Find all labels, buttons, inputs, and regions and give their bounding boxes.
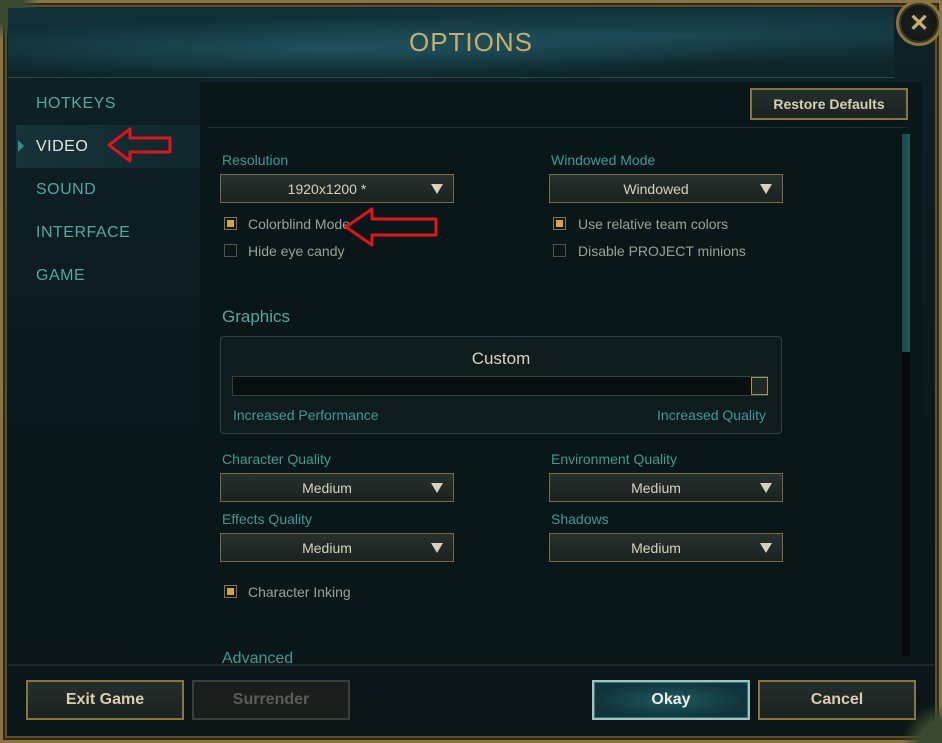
chevron-down-icon <box>760 483 772 493</box>
divider <box>208 127 908 128</box>
colorblind-mode-label[interactable]: Colorblind Mode <box>248 216 350 232</box>
restore-defaults-button[interactable]: Restore Defaults <box>750 88 908 120</box>
graphics-quality-slider[interactable] <box>232 376 768 396</box>
footer-divider <box>8 664 934 666</box>
hide-eye-candy-label[interactable]: Hide eye candy <box>248 243 345 259</box>
sidebar-item-label: VIDEO <box>36 138 89 155</box>
sidebar-item-interface[interactable]: INTERFACE <box>16 211 200 254</box>
sidebar-item-game[interactable]: GAME <box>16 254 200 297</box>
colorblind-mode-checkbox[interactable] <box>224 217 237 230</box>
window-title: OPTIONS <box>408 27 533 57</box>
character-inking-label[interactable]: Character Inking <box>248 584 351 600</box>
shadows-select[interactable]: Medium <box>549 533 783 562</box>
graphics-preset-label: Custom <box>471 349 531 368</box>
slider-left-caption: Increased Performance <box>233 407 379 423</box>
effects-quality-select[interactable]: Medium <box>220 533 454 562</box>
active-marker-icon <box>18 140 24 152</box>
chevron-down-icon <box>431 483 443 493</box>
sidebar-item-label: GAME <box>36 267 86 284</box>
slider-right-caption: Increased Quality <box>657 407 766 423</box>
sidebar-item-hotkeys[interactable]: HOTKEYS <box>16 82 200 125</box>
relative-team-colors-checkbox[interactable] <box>553 217 566 230</box>
shadows-label: Shadows <box>551 511 609 527</box>
sidebar-item-sound[interactable]: SOUND <box>16 168 200 211</box>
chevron-down-icon <box>760 543 772 553</box>
resolution-value: 1920x1200 * <box>287 180 367 197</box>
surrender-button: Surrender <box>192 680 350 720</box>
red-arrow-icon <box>107 127 172 163</box>
character-quality-select[interactable]: Medium <box>220 473 454 502</box>
cancel-button[interactable]: Cancel <box>758 680 916 720</box>
hide-eye-candy-checkbox[interactable] <box>224 244 237 257</box>
environment-quality-value: Medium <box>631 479 681 496</box>
graphics-slider-handle[interactable] <box>751 377 768 395</box>
chevron-down-icon <box>431 543 443 553</box>
character-inking-checkbox[interactable] <box>224 585 237 598</box>
effects-quality-label: Effects Quality <box>222 511 313 527</box>
windowed-mode-label: Windowed Mode <box>551 152 656 168</box>
environment-quality-label: Environment Quality <box>551 451 678 467</box>
sidebar-nav: HOTKEYS VIDEO SOUND INTERFACE GAME <box>16 82 200 297</box>
effects-quality-value: Medium <box>302 539 352 556</box>
character-quality-label: Character Quality <box>222 451 331 467</box>
relative-team-colors-label[interactable]: Use relative team colors <box>578 216 728 232</box>
disable-project-minions-checkbox[interactable] <box>553 244 566 257</box>
resolution-select[interactable]: 1920x1200 * <box>220 174 454 203</box>
shadows-value: Medium <box>631 539 681 556</box>
disable-project-minions-label[interactable]: Disable PROJECT minions <box>578 243 746 259</box>
character-quality-value: Medium <box>302 479 352 496</box>
chevron-down-icon <box>760 184 772 194</box>
close-icon: ✕ <box>908 9 930 37</box>
okay-button[interactable]: Okay <box>592 680 750 720</box>
red-arrow-icon <box>344 207 438 247</box>
resolution-label: Resolution <box>222 152 289 168</box>
exit-game-button[interactable]: Exit Game <box>26 680 184 720</box>
graphics-heading: Graphics <box>222 307 291 326</box>
sidebar-item-label: INTERFACE <box>36 224 131 241</box>
sidebar-item-label: HOTKEYS <box>36 95 116 112</box>
chevron-down-icon <box>431 184 443 194</box>
close-button[interactable]: ✕ <box>896 0 942 46</box>
sidebar-item-label: SOUND <box>36 181 97 198</box>
windowed-mode-select[interactable]: Windowed <box>549 174 783 203</box>
windowed-mode-value: Windowed <box>623 180 689 197</box>
scrollbar-thumb[interactable] <box>902 134 910 352</box>
environment-quality-select[interactable]: Medium <box>549 473 783 502</box>
